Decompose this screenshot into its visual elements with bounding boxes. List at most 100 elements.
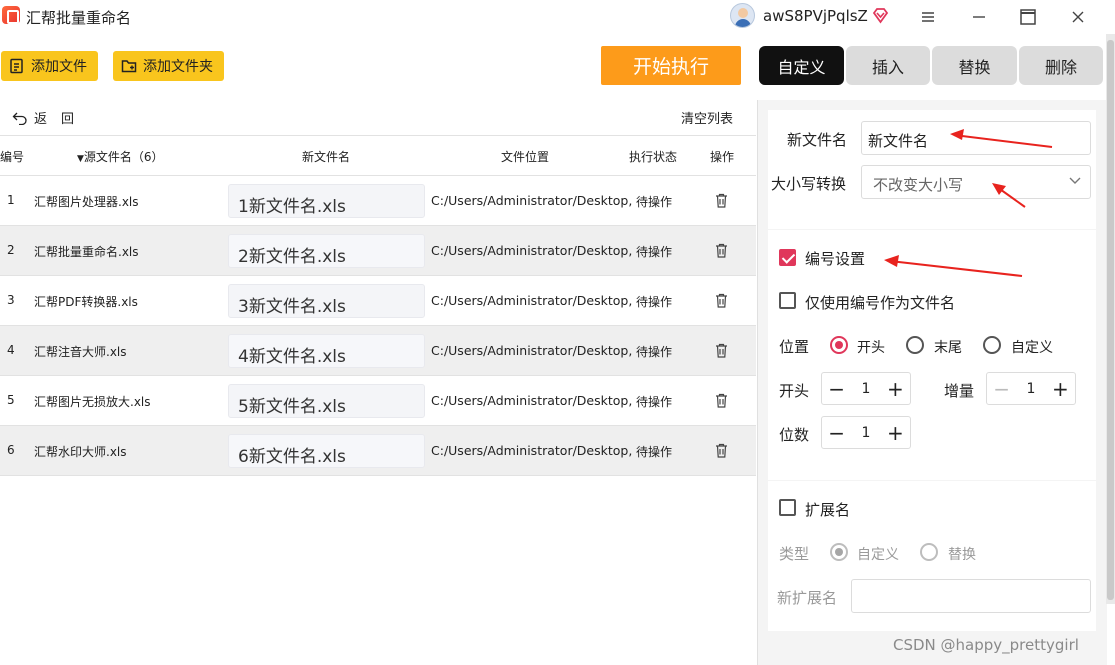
app-logo-icon [2, 6, 20, 24]
row-location: C:/Users/Administrator/Desktop, [431, 193, 633, 208]
row-status: 待操作 [636, 395, 673, 409]
numbering-checkbox[interactable] [779, 249, 796, 266]
minimize-icon[interactable] [967, 5, 991, 29]
digits-label: 位数 [779, 426, 810, 444]
vip-diamond-icon[interactable] [872, 7, 889, 24]
position-start-radio[interactable] [830, 336, 848, 354]
annotation-arrow [884, 255, 1023, 277]
row-status: 待操作 [636, 195, 673, 209]
add-folder-label: 添加文件夹 [143, 59, 213, 75]
tab-replace[interactable]: 替换 [932, 46, 1017, 85]
type-custom-label[interactable]: 自定义 [857, 544, 899, 564]
table-row[interactable]: 1 汇帮图片处理器.xls 1新文件名.xls C:/Users/Administra… [0, 176, 756, 226]
decrement-button[interactable]: − [987, 377, 1016, 401]
add-file-button[interactable]: 添加文件 [1, 51, 98, 81]
decrement-button[interactable]: − [822, 377, 851, 401]
new-ext-label: 新扩展名 [777, 589, 838, 607]
delete-row-icon[interactable] [715, 293, 728, 308]
position-custom-radio[interactable] [983, 336, 1001, 354]
column-header-newname: 新文件名 [302, 150, 351, 164]
sort-down-icon: ▼ [77, 154, 84, 164]
increment-button[interactable]: + [881, 421, 910, 445]
folder-add-icon [121, 60, 137, 73]
row-newname-field[interactable]: 2新文件名.xls [228, 234, 425, 268]
user-avatar[interactable] [730, 3, 755, 28]
menu-icon[interactable] [916, 5, 940, 29]
app-title: 汇帮批量重命名 [26, 9, 132, 27]
annotation-arrow [950, 129, 1053, 148]
row-newname-field[interactable]: 4新文件名.xls [228, 334, 425, 368]
row-index: 4 [7, 343, 15, 357]
position-end-radio[interactable] [906, 336, 924, 354]
extension-label[interactable]: 扩展名 [805, 499, 850, 520]
table-row[interactable]: 6 汇帮水印大师.xls 6新文件名.xls C:/Users/Administrat… [0, 426, 756, 476]
undo-icon [12, 112, 27, 125]
position-start-label[interactable]: 开头 [857, 337, 885, 357]
extension-checkbox[interactable] [779, 499, 796, 516]
newname-label: 新文件名 [787, 131, 848, 149]
row-source-name: 汇帮PDF转换器.xls [34, 295, 138, 309]
table-row[interactable]: 5 汇帮图片无损放大.xls 5新文件名.xls C:/Users/Administr… [0, 376, 756, 426]
type-replace-radio[interactable] [920, 543, 938, 561]
row-location: C:/Users/Administrator/Desktop, [431, 393, 633, 408]
type-replace-label[interactable]: 替换 [948, 544, 976, 564]
row-location: C:/Users/Administrator/Desktop, [431, 343, 633, 358]
table-row[interactable]: 4 汇帮注音大师.xls 4新文件名.xls C:/Users/Administrat… [0, 326, 756, 376]
position-label: 位置 [779, 338, 810, 356]
table-row[interactable]: 2 汇帮批量重命名.xls 2新文件名.xls C:/Users/Administra… [0, 226, 756, 276]
row-location: C:/Users/Administrator/Desktop, [431, 443, 633, 458]
back-button[interactable]: 返 回 [12, 108, 74, 127]
only-number-label[interactable]: 仅使用编号作为文件名 [805, 292, 955, 313]
digits-stepper[interactable]: − 1 + [821, 416, 911, 449]
scrollbar-thumb[interactable] [1107, 40, 1114, 600]
new-ext-input[interactable] [851, 579, 1091, 613]
decrement-button[interactable]: − [822, 421, 851, 445]
row-newname-field[interactable]: 3新文件名.xls [228, 284, 425, 318]
column-header-index: 编号 [0, 150, 25, 164]
table-row[interactable]: 3 汇帮PDF转换器.xls 3新文件名.xls C:/Users/Administr… [0, 276, 756, 326]
start-execute-button[interactable]: 开始执行 [601, 46, 741, 85]
start-label: 开头 [779, 382, 810, 400]
row-index: 2 [7, 243, 15, 257]
row-status: 待操作 [636, 445, 673, 459]
increment-stepper[interactable]: − 1 + [986, 372, 1076, 405]
only-number-checkbox[interactable] [779, 292, 796, 309]
add-folder-button[interactable]: 添加文件夹 [113, 51, 224, 81]
close-icon[interactable] [1066, 5, 1090, 29]
title-bar: 汇帮批量重命名 awS8PVjPqlsZ [0, 0, 1115, 34]
type-custom-radio[interactable] [830, 543, 848, 561]
row-index: 1 [7, 193, 15, 207]
delete-row-icon[interactable] [715, 343, 728, 358]
row-source-name: 汇帮图片处理器.xls [34, 195, 139, 209]
delete-row-icon[interactable] [715, 243, 728, 258]
start-stepper[interactable]: − 1 + [821, 372, 911, 405]
delete-row-icon[interactable] [715, 193, 728, 208]
start-value[interactable]: 1 [851, 381, 880, 397]
column-header-source[interactable]: ▼源文件名（6） [77, 148, 164, 165]
row-newname-field[interactable]: 5新文件名.xls [228, 384, 425, 418]
tab-custom[interactable]: 自定义 [759, 46, 844, 85]
position-custom-label[interactable]: 自定义 [1011, 337, 1053, 357]
case-select-value: 不改变大小写 [873, 176, 964, 194]
tab-insert[interactable]: 插入 [846, 46, 930, 85]
row-index: 3 [7, 293, 15, 307]
position-end-label[interactable]: 末尾 [934, 337, 962, 357]
row-newname-field[interactable]: 6新文件名.xls [228, 434, 425, 468]
maximize-icon[interactable] [1016, 5, 1040, 29]
tab-delete[interactable]: 删除 [1019, 46, 1103, 85]
clear-list-button[interactable]: 清空列表 [681, 108, 733, 127]
increment-button[interactable]: + [1046, 377, 1075, 401]
case-select[interactable]: 不改变大小写 [861, 165, 1091, 199]
digits-value[interactable]: 1 [851, 425, 880, 441]
watermark-text: CSDN @happy_prettygirl [893, 636, 1079, 654]
delete-row-icon[interactable] [715, 393, 728, 408]
numbering-label[interactable]: 编号设置 [805, 248, 865, 269]
column-header-action: 操作 [710, 150, 735, 164]
user-name[interactable]: awS8PVjPqlsZ [763, 7, 868, 25]
increment-button[interactable]: + [881, 377, 910, 401]
column-header-location: 文件位置 [501, 150, 550, 164]
delete-row-icon[interactable] [715, 443, 728, 458]
increment-value[interactable]: 1 [1016, 381, 1045, 397]
back-label-2: 回 [61, 112, 75, 127]
row-newname-field[interactable]: 1新文件名.xls [228, 184, 425, 218]
